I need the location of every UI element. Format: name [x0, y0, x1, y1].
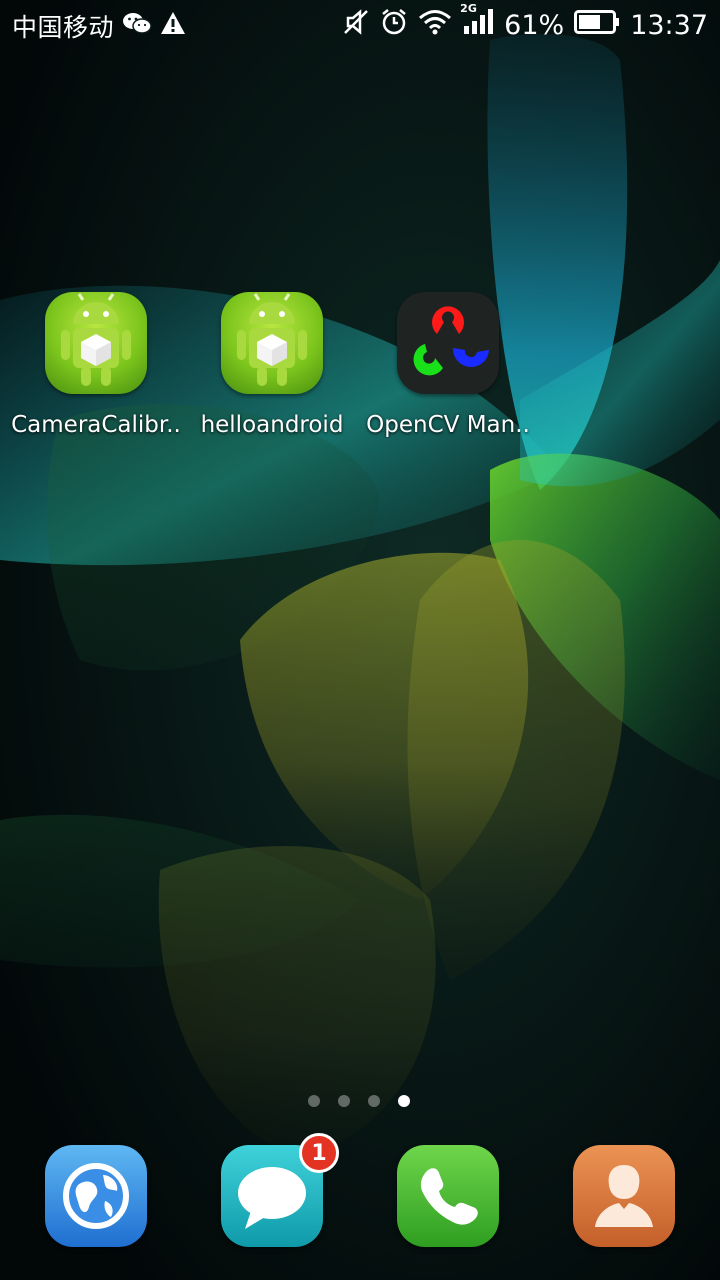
page-dot[interactable]	[338, 1095, 350, 1107]
app-label: OpenCV Man..	[366, 412, 530, 438]
clock-time: 13:37	[630, 9, 708, 41]
contact-person-icon	[595, 1165, 653, 1227]
network-type: 2G	[460, 2, 477, 15]
phone-icon	[420, 1168, 478, 1225]
signal-icon: 2G	[460, 2, 494, 42]
carrier-name: 中国移动	[12, 13, 115, 42]
warning-icon	[160, 11, 186, 41]
app-opencv-manager[interactable]: OpenCV Man..	[360, 292, 536, 438]
app-helloandroid[interactable]: helloandroid	[184, 292, 360, 438]
wechat-icon	[122, 11, 152, 41]
page-indicator	[308, 1095, 410, 1107]
browser-button[interactable]	[45, 1145, 147, 1247]
wallpaper	[0, 0, 720, 1280]
messages-button[interactable]: 1	[221, 1133, 339, 1247]
app-camera-calibration[interactable]: CameraCalibr..	[8, 292, 184, 438]
page-dot-active[interactable]	[398, 1095, 410, 1107]
wifi-icon	[418, 9, 452, 41]
page-dot[interactable]	[368, 1095, 380, 1107]
android-app-icon	[221, 292, 323, 394]
battery-icon	[574, 10, 620, 40]
android-app-icon	[45, 292, 147, 394]
opencv-icon	[397, 292, 499, 394]
dock: 1	[0, 1133, 720, 1247]
app-label: CameraCalibr..	[11, 412, 181, 438]
contacts-button[interactable]	[573, 1145, 675, 1247]
phone-button[interactable]	[397, 1145, 499, 1247]
status-bar: 中国移动 2G 61% 13:37	[0, 0, 720, 50]
page-dot[interactable]	[308, 1095, 320, 1107]
mute-icon	[342, 8, 370, 42]
app-label: helloandroid	[200, 412, 344, 438]
unread-badge: 1	[299, 1133, 339, 1173]
alarm-icon	[380, 8, 408, 42]
battery-percent: 61%	[504, 9, 565, 41]
globe-icon	[63, 1163, 129, 1229]
